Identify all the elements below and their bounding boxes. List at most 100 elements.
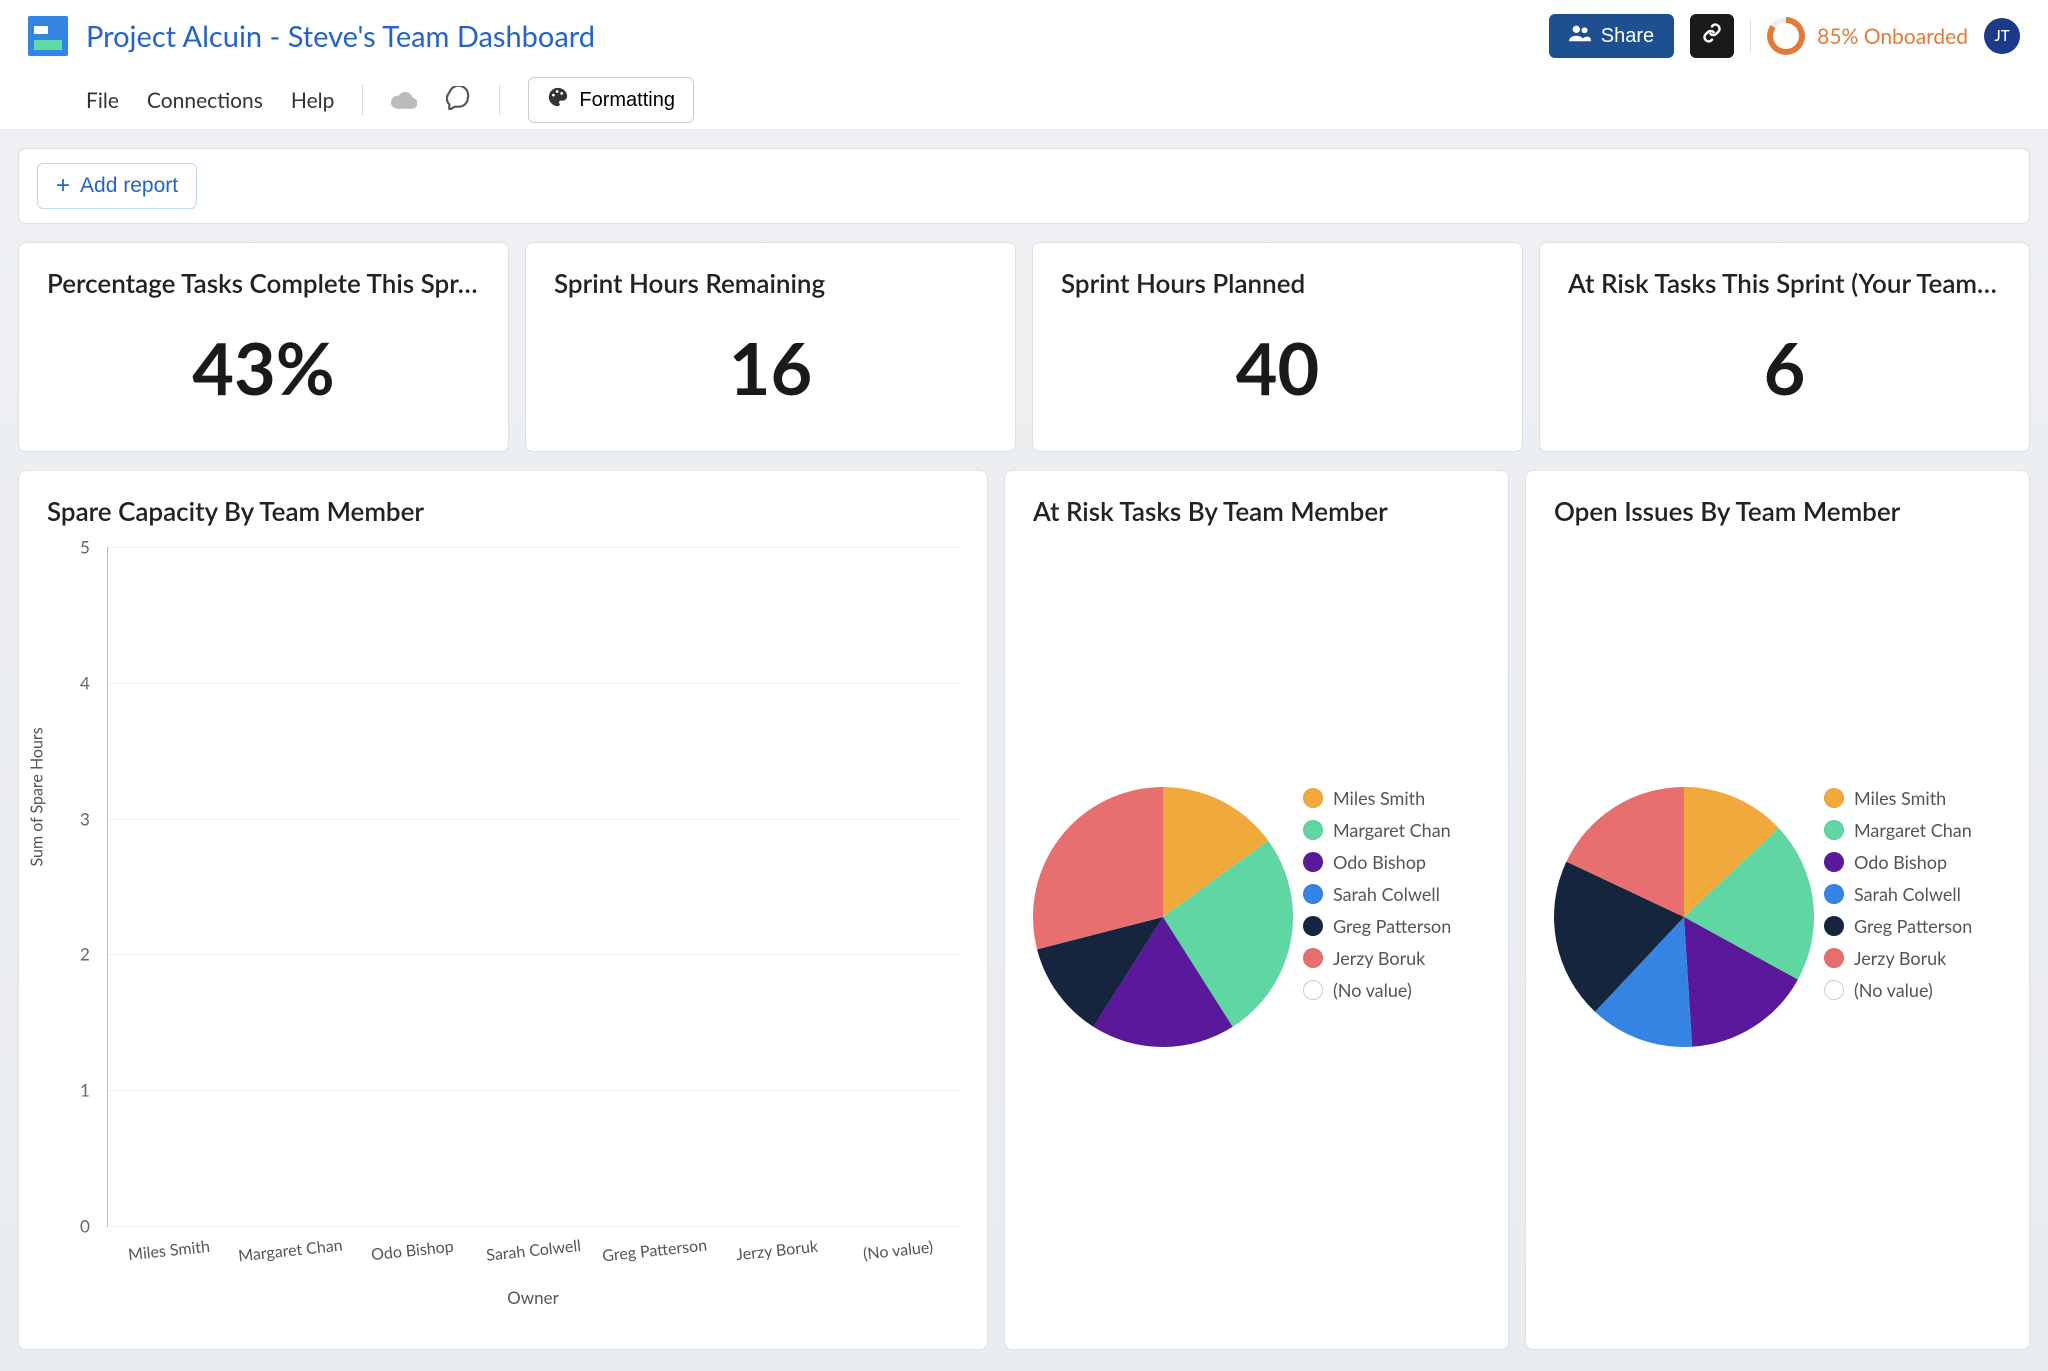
kpi-value: 6 <box>1568 325 2001 411</box>
avatar[interactable]: JT <box>1984 18 2020 54</box>
plus-icon: + <box>56 174 70 198</box>
legend-label: Sarah Colwell <box>1854 883 1961 905</box>
cloud-icon[interactable] <box>391 87 417 114</box>
legend-swatch <box>1303 820 1323 840</box>
copy-link-button[interactable] <box>1690 14 1734 58</box>
pie-chart-area: Miles Smith Margaret Chan Odo Bishop Sarah … <box>1554 547 2001 1047</box>
legend-label: Greg Patterson <box>1854 915 1972 937</box>
progress-ring-icon <box>1767 17 1805 55</box>
kpi-value: 16 <box>554 325 987 411</box>
grid-line <box>108 954 959 955</box>
legend-label: Margaret Chan <box>1333 819 1451 841</box>
kpi-value: 43% <box>47 325 480 411</box>
bar-chart: Sum of Spare Hours 012345Miles SmithMarg… <box>47 547 959 1327</box>
legend-swatch <box>1303 788 1323 808</box>
bar-category-label: (No value) <box>862 1237 934 1263</box>
legend-item: Odo Bishop <box>1303 851 1451 873</box>
add-report-label: Add report <box>80 174 178 198</box>
onboarded-status[interactable]: 85% Onboarded <box>1767 17 1968 55</box>
legend-item: Margaret Chan <box>1303 819 1451 841</box>
y-tick: 1 <box>80 1080 90 1101</box>
bar-category-label: Sarah Colwell <box>485 1236 581 1265</box>
legend-label: Greg Patterson <box>1333 915 1451 937</box>
legend-item: (No value) <box>1824 979 1972 1001</box>
menu-file[interactable]: File <box>86 88 119 113</box>
kpi-title: Percentage Tasks Complete This Spr… <box>47 267 480 299</box>
kpi-title: Sprint Hours Remaining <box>554 267 987 299</box>
y-tick: 2 <box>80 944 90 965</box>
pie-chart-area: Miles Smith Margaret Chan Odo Bishop Sarah … <box>1033 547 1480 1047</box>
menu-connections[interactable]: Connections <box>147 88 263 113</box>
y-tick: 0 <box>80 1216 90 1237</box>
share-button[interactable]: Share <box>1549 14 1674 58</box>
legend-item: (No value) <box>1303 979 1451 1001</box>
onboarded-label: 85% Onboarded <box>1817 24 1968 49</box>
title-wrap: Project Alcuin - Steve's Team Dashboard <box>28 16 595 56</box>
link-icon <box>1702 23 1722 49</box>
legend-label: (No value) <box>1333 979 1412 1001</box>
legend-swatch <box>1303 916 1323 936</box>
chart-card-spare-capacity[interactable]: Spare Capacity By Team Member Sum of Spa… <box>18 470 988 1350</box>
top-bar-row-1: Project Alcuin - Steve's Team Dashboard … <box>28 0 2020 72</box>
legend-item: Sarah Colwell <box>1303 883 1451 905</box>
legend-swatch <box>1824 980 1844 1000</box>
kpi-card-at-risk[interactable]: At Risk Tasks This Sprint (Your Team… 6 <box>1539 242 2030 452</box>
page-title: Project Alcuin - Steve's Team Dashboard <box>86 19 595 54</box>
legend-swatch <box>1824 948 1844 968</box>
menu-help[interactable]: Help <box>291 88 335 113</box>
grid-line <box>108 547 959 548</box>
legend-swatch <box>1824 852 1844 872</box>
legend-item: Odo Bishop <box>1824 851 1972 873</box>
grid-line <box>108 819 959 820</box>
chart-title: Open Issues By Team Member <box>1554 495 2001 527</box>
avatar-initials: JT <box>1994 27 2009 45</box>
legend-swatch <box>1824 820 1844 840</box>
legend-label: Sarah Colwell <box>1333 883 1440 905</box>
kpi-title: At Risk Tasks This Sprint (Your Team… <box>1568 267 2001 299</box>
add-report-bar: + Add report <box>18 148 2030 224</box>
kpi-card-tasks-complete[interactable]: Percentage Tasks Complete This Spr… 43% <box>18 242 509 452</box>
top-bar-actions: Share 85% Onboarded JT <box>1549 14 2020 58</box>
kpi-title: Sprint Hours Planned <box>1061 267 1494 299</box>
legend-item: Jerzy Boruk <box>1303 947 1451 969</box>
pie-chart <box>1554 787 1814 1047</box>
legend-swatch <box>1824 916 1844 936</box>
grid-line <box>108 683 959 684</box>
chart-card-at-risk-pie[interactable]: At Risk Tasks By Team Member Miles Smith… <box>1004 470 1509 1350</box>
kpi-value: 40 <box>1061 325 1494 411</box>
menu-bar: File Connections Help Formatting <box>28 72 2020 128</box>
legend-swatch <box>1824 788 1844 808</box>
legend-item: Margaret Chan <box>1824 819 1972 841</box>
kpi-card-hours-remaining[interactable]: Sprint Hours Remaining 16 <box>525 242 1016 452</box>
pie-legend: Miles Smith Margaret Chan Odo Bishop Sarah … <box>1824 787 1972 1001</box>
kpi-card-hours-planned[interactable]: Sprint Hours Planned 40 <box>1032 242 1523 452</box>
legend-item: Sarah Colwell <box>1824 883 1972 905</box>
legend-label: Margaret Chan <box>1854 819 1972 841</box>
comment-icon[interactable] <box>445 86 471 115</box>
dashboard-logo-icon <box>28 16 68 56</box>
pie-chart <box>1033 787 1293 1047</box>
charts-row: Spare Capacity By Team Member Sum of Spa… <box>18 470 2030 1350</box>
chart-card-open-issues-pie[interactable]: Open Issues By Team Member Miles Smith Ma… <box>1525 470 2030 1350</box>
legend-label: Jerzy Boruk <box>1333 947 1425 969</box>
grid-line <box>108 1090 959 1091</box>
y-tick: 4 <box>80 672 90 693</box>
top-bar: Project Alcuin - Steve's Team Dashboard … <box>0 0 2048 130</box>
kpi-row: Percentage Tasks Complete This Spr… 43% … <box>18 242 2030 452</box>
formatting-button[interactable]: Formatting <box>528 77 694 123</box>
bar-category-label: Greg Patterson <box>602 1236 709 1266</box>
legend-item: Greg Patterson <box>1824 915 1972 937</box>
add-report-button[interactable]: + Add report <box>37 163 197 209</box>
legend-label: Odo Bishop <box>1854 851 1947 873</box>
legend-item: Miles Smith <box>1824 787 1972 809</box>
chart-title: Spare Capacity By Team Member <box>47 495 959 527</box>
divider <box>499 84 500 116</box>
legend-item: Greg Patterson <box>1303 915 1451 937</box>
legend-item: Jerzy Boruk <box>1824 947 1972 969</box>
pie-legend: Miles Smith Margaret Chan Odo Bishop Sarah … <box>1303 787 1451 1001</box>
bar-category-label: Miles Smith <box>127 1237 211 1264</box>
people-icon <box>1569 24 1591 48</box>
x-axis-label: Owner <box>107 1287 959 1308</box>
legend-label: Miles Smith <box>1333 787 1425 809</box>
divider <box>1750 20 1751 52</box>
